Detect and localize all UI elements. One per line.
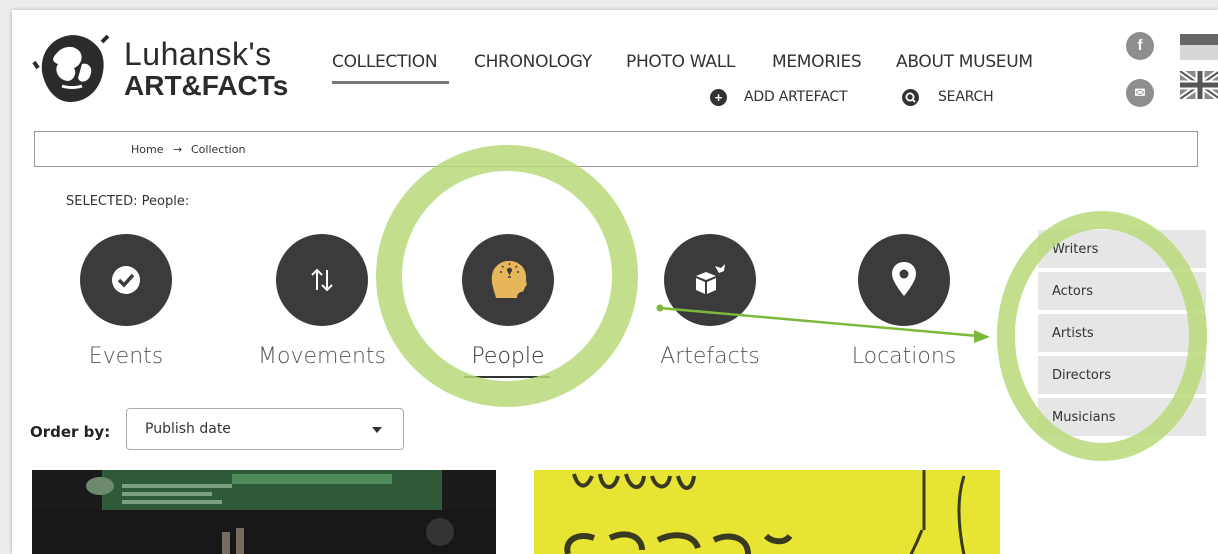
nav-photo-wall[interactable]: PHOTO WALL xyxy=(626,52,735,72)
subcategory-actors[interactable]: Actors xyxy=(1038,272,1206,312)
category-events[interactable] xyxy=(80,234,172,326)
category-people-label[interactable]: People xyxy=(408,344,608,369)
search-link[interactable]: SEARCH xyxy=(938,89,994,105)
category-artefacts[interactable] xyxy=(664,234,756,326)
checkmark-icon xyxy=(112,266,140,294)
logo-icon[interactable] xyxy=(32,28,110,106)
email-icon[interactable]: ✉ xyxy=(1126,79,1154,107)
category-locations[interactable] xyxy=(858,234,950,326)
nav-chronology[interactable]: CHRONOLOGY xyxy=(474,52,592,72)
brand-name-line2[interactable]: ART&FACTs xyxy=(124,70,288,102)
category-artefacts-label[interactable]: Artefacts xyxy=(610,344,810,369)
language-flag-uk[interactable] xyxy=(1180,71,1218,99)
breadcrumb-home[interactable]: Home xyxy=(131,143,163,156)
map-pin-icon xyxy=(892,262,916,296)
arrows-up-down-icon xyxy=(311,268,333,292)
nav-active-underline xyxy=(332,81,449,84)
category-locations-label[interactable]: Locations xyxy=(804,344,1004,369)
subcategory-musicians[interactable]: Musicians xyxy=(1038,398,1206,438)
people-active-underline xyxy=(464,376,550,378)
order-by-select[interactable]: Publish date xyxy=(126,408,404,450)
nav-about-museum[interactable]: ABOUT MUSEUM xyxy=(896,52,1033,72)
box-icon xyxy=(696,264,725,294)
order-by-label: Order by: xyxy=(30,423,111,441)
photo-placeholder-1 xyxy=(32,470,496,554)
selected-filter-label: SELECTED: People: xyxy=(66,194,190,209)
category-movements-label[interactable]: Movements xyxy=(222,344,422,369)
head-lightbulb-icon xyxy=(491,260,527,298)
facebook-icon[interactable]: f xyxy=(1126,32,1154,60)
add-circle-icon[interactable]: + xyxy=(710,89,727,106)
subcategory-writers[interactable]: Writers xyxy=(1038,230,1206,270)
breadcrumb-current: Collection xyxy=(191,143,246,156)
brand-name-line1[interactable]: Luhansk's xyxy=(124,36,272,73)
order-by-value: Publish date xyxy=(145,421,231,437)
nav-collection[interactable]: COLLECTION xyxy=(332,52,438,72)
category-movements[interactable] xyxy=(276,234,368,326)
breadcrumb: Home → Collection xyxy=(34,131,1198,167)
collection-item-image-2[interactable] xyxy=(534,470,1000,554)
subcategory-directors[interactable]: Directors xyxy=(1038,356,1206,396)
chevron-down-icon xyxy=(372,427,382,433)
category-events-label[interactable]: Events xyxy=(26,344,226,369)
add-artefact-link[interactable]: ADD ARTEFACT xyxy=(744,89,848,105)
nav-memories[interactable]: MEMORIES xyxy=(772,52,862,72)
page: Luhansk's ART&FACTs COLLECTION CHRONOLOG… xyxy=(12,10,1218,554)
search-icon[interactable] xyxy=(902,89,919,106)
language-flag-ua[interactable] xyxy=(1180,34,1218,60)
breadcrumb-arrow-icon: → xyxy=(173,143,183,156)
collection-item-image-1[interactable] xyxy=(32,470,496,554)
category-people[interactable] xyxy=(462,234,554,326)
subcategory-artists[interactable]: Artists xyxy=(1038,314,1206,354)
photo-placeholder-2 xyxy=(564,470,966,554)
